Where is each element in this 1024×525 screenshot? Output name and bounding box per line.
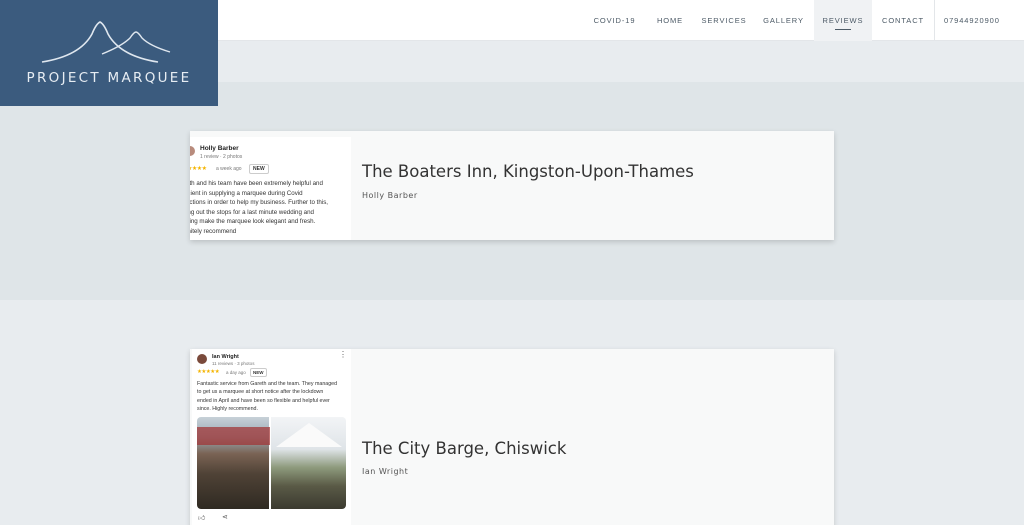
new-badge: NEW xyxy=(250,368,267,377)
review-photo xyxy=(197,417,271,509)
reviewer-meta: 11 reviews · 3 photos xyxy=(212,361,255,366)
star-rating: ★★★★★ xyxy=(197,369,220,375)
nav-services[interactable]: SERVICES xyxy=(695,0,753,41)
reviewer-name: Holly Barber xyxy=(200,145,239,152)
thumbs-up-icon[interactable]: 👍︎ xyxy=(198,513,205,522)
reviewer-name: Ian Wright xyxy=(212,354,239,360)
review-time: a week ago xyxy=(216,166,242,172)
review-title: The City Barge, Chiswick xyxy=(362,439,567,458)
nav-gallery[interactable]: GALLERY xyxy=(753,0,814,41)
review-photo xyxy=(271,417,346,509)
nav-contact[interactable]: CONTACT xyxy=(872,0,934,41)
logo[interactable]: PROJECT MARQUEE xyxy=(0,0,218,106)
review-screenshot: Ian Wright 11 reviews · 3 photos ⋮ ★★★★★… xyxy=(192,349,351,525)
share-icon[interactable]: ⋖ xyxy=(222,513,228,521)
more-options-icon[interactable]: ⋮ xyxy=(339,351,347,359)
nav-divider xyxy=(934,0,935,41)
avatar xyxy=(190,146,195,156)
review-author: Holly Barber xyxy=(362,191,418,200)
review-text: Fantastic service from Gareth and the te… xyxy=(197,381,338,413)
reviewer-meta: 1 review · 2 photos xyxy=(200,154,243,160)
nav-covid[interactable]: COVID-19 xyxy=(584,0,645,41)
review-text: eth and his team have been extremely hel… xyxy=(190,180,329,235)
new-badge: NEW xyxy=(249,164,269,174)
nav-home[interactable]: HOME xyxy=(645,0,695,41)
marquee-logo-icon xyxy=(41,21,171,63)
review-time: a day ago xyxy=(226,370,246,375)
review-author: Ian Wright xyxy=(362,467,409,476)
main-nav: COVID-19 HOME SERVICES GALLERY REVIEWS C… xyxy=(584,0,934,41)
review-card: Holly Barber 1 review · 2 photos ★★★★ a … xyxy=(190,131,834,240)
review-card: Ian Wright 11 reviews · 3 photos ⋮ ★★★★★… xyxy=(190,349,834,525)
review-screenshot: Holly Barber 1 review · 2 photos ★★★★ a … xyxy=(190,137,351,240)
phone-link[interactable]: 07944920900 xyxy=(944,0,1024,41)
review-photos xyxy=(197,417,346,509)
nav-reviews[interactable]: REVIEWS xyxy=(814,0,872,41)
star-rating: ★★★★ xyxy=(190,166,207,172)
avatar xyxy=(197,354,207,364)
review-title: The Boaters Inn, Kingston-Upon-Thames xyxy=(362,162,694,181)
brand-name: PROJECT MARQUEE xyxy=(26,70,192,86)
